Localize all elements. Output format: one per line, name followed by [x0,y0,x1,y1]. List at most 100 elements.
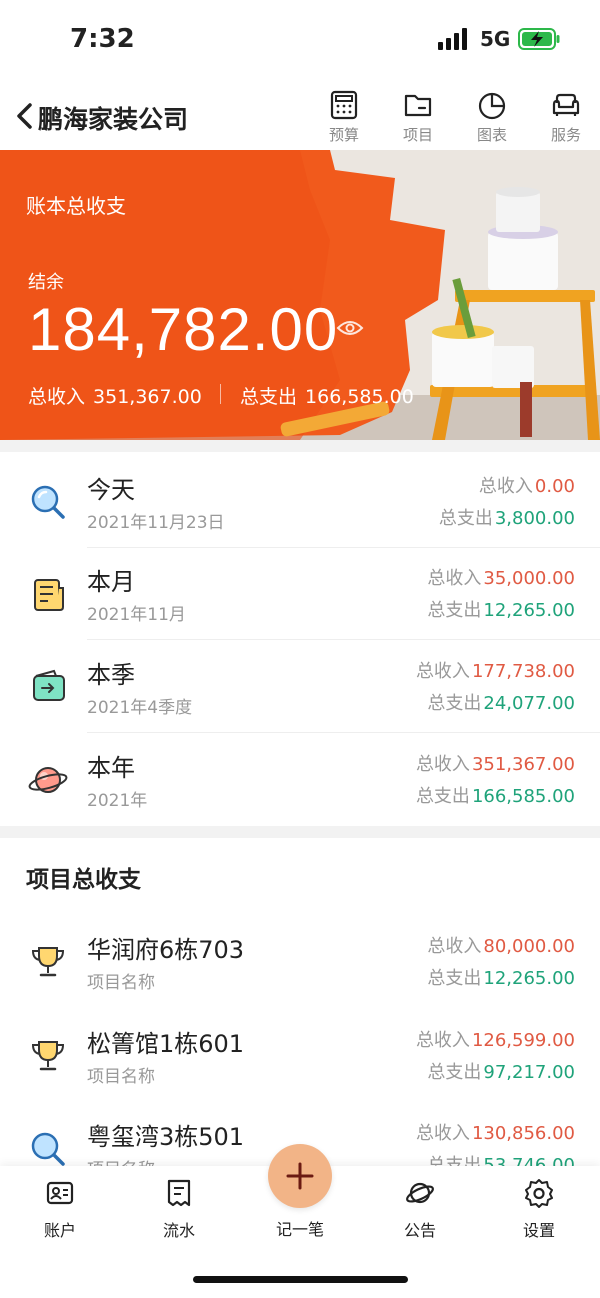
pie-chart-icon [478,92,506,120]
balance-label: 结余 [28,272,64,293]
banner-divider [220,384,221,404]
period-row-quarter[interactable]: 本季 2021年4季度 总收入 177,738.00 总支出 24,077.00 [0,641,600,733]
period-title: 今天 [87,476,135,504]
trophy-icon [31,1041,65,1071]
newspaper-icon [34,579,64,611]
tab-label: 流水 [162,1221,195,1240]
period-expense: 总支出 12,265.00 [427,596,575,622]
expense-amount: 97,217.00 [483,1062,575,1083]
tab-transactions[interactable]: 流水 [139,1178,219,1241]
row-divider [87,732,600,733]
income-amount: 0.00 [534,476,575,497]
banner-income: 总收入 351,367.00 [28,382,202,409]
expense-amount: 166,585.00 [305,386,414,408]
banner-title: 账本总收支 [26,194,126,218]
service-label: 服务 [550,126,581,144]
section-divider [0,826,600,838]
chart-label: 图表 [476,126,507,144]
project-expense: 总支出 97,217.00 [427,1058,575,1084]
tab-label: 账户 [43,1221,76,1240]
project-label: 项目 [402,126,433,144]
tab-label: 设置 [522,1221,555,1240]
project-income: 总收入 80,000.00 [427,932,575,958]
project-income: 总收入 130,856.00 [416,1119,575,1145]
projects-section-title: 项目总收支 [26,867,141,893]
budget-label: 预算 [328,126,359,144]
app-screen: { "status_bar": {"time": "7:32", "networ… [0,0,600,1298]
income-amount: 351,367.00 [93,386,202,408]
project-button[interactable]: 项目 [388,90,448,152]
project-row[interactable]: 松箐馆1栋601 项目名称 总收入 126,599.00 总支出 97,217.00 [0,1010,600,1102]
planet-icon [406,1182,434,1204]
tab-label: 公告 [403,1221,436,1240]
tab-settings[interactable]: 设置 [499,1178,579,1241]
period-row-today[interactable]: 今天 2021年11月23日 总收入 0.00 总支出 3,800.00 [0,456,600,548]
expense-amount: 12,265.00 [483,600,575,621]
ledger-summary-banner: 账本总收支 结余 184,782.00 总收入 351,367.00 总支出 166… [0,150,600,440]
home-indicator [193,1276,408,1283]
period-date: 2021年 [87,791,148,811]
period-date: 2021年11月 [87,605,186,625]
income-label: 总收入 [478,476,533,497]
expense-amount: 12,265.00 [483,968,575,989]
period-income: 总收入 35,000.00 [427,564,575,590]
eye-icon[interactable] [336,318,364,338]
income-label: 总收入 [415,1030,470,1051]
gear-icon [525,1179,553,1208]
sofa-icon [552,93,580,116]
period-expense: 总支出 24,077.00 [427,689,575,715]
income-label: 总收入 [415,754,470,775]
income-amount: 35,000.00 [483,568,575,589]
expense-label: 总支出 [427,693,482,714]
period-income: 总收入 177,738.00 [416,657,575,683]
add-record-label[interactable]: 记一笔 [260,1216,340,1240]
receipt-icon [167,1179,191,1207]
period-title: 本年 [87,754,135,782]
expense-label: 总支出 [427,968,482,989]
service-button[interactable]: 服务 [536,90,596,152]
period-income: 总收入 0.00 [479,472,575,498]
banner-expense: 总支出 166,585.00 [240,382,414,409]
project-name: 华润府6栋703 [87,936,245,964]
period-date: 2021年4季度 [87,698,193,718]
expense-label: 总支出 [415,786,470,807]
budget-button[interactable]: 预算 [314,90,374,152]
status-bar: 7:32 5G [0,0,600,80]
period-expense: 总支出 3,800.00 [439,504,575,530]
account-card-icon [46,1181,74,1205]
period-row-month[interactable]: 本月 2021年11月 总收入 35,000.00 总支出 12,265.00 [0,548,600,640]
network-type: 5G [480,27,511,51]
status-time: 7:32 [70,24,135,54]
cellular-signal-icon [438,28,467,50]
project-income: 总收入 126,599.00 [416,1026,575,1052]
tab-account[interactable]: 账户 [20,1178,100,1241]
back-chevron-icon[interactable] [14,102,36,130]
expense-amount: 24,077.00 [483,693,575,714]
add-record-button[interactable] [268,1144,332,1208]
project-subtitle: 项目名称 [87,1067,155,1087]
income-label: 总收入 [28,386,86,408]
company-name[interactable]: 鹏海家装公司 [38,100,188,136]
calculator-icon [330,90,358,120]
expense-label: 总支出 [427,600,482,621]
balance-amount: 184,782.00 [28,296,339,363]
chart-button[interactable]: 图表 [462,90,522,152]
magnifier-icon [31,1132,65,1166]
income-amount: 177,738.00 [471,661,575,682]
expense-label: 总支出 [240,386,298,408]
period-row-year[interactable]: 本年 2021年 总收入 351,367.00 总支出 166,585.00 [0,734,600,826]
tab-announcements[interactable]: 公告 [380,1178,460,1241]
section-divider [0,440,600,452]
project-row[interactable]: 华润府6栋703 项目名称 总收入 80,000.00 总支出 12,265.00 [0,916,600,1008]
income-amount: 130,856.00 [471,1123,575,1144]
search-icon [31,485,65,519]
expense-label: 总支出 [438,508,493,529]
expense-amount: 166,585.00 [471,786,575,807]
period-expense: 总支出 166,585.00 [416,782,575,808]
income-label: 总收入 [427,936,482,957]
row-divider [87,639,600,640]
planet-icon [28,767,68,793]
project-name: 粤玺湾3栋501 [87,1123,245,1151]
battery-charging-icon [518,28,560,50]
income-amount: 126,599.00 [471,1030,575,1051]
